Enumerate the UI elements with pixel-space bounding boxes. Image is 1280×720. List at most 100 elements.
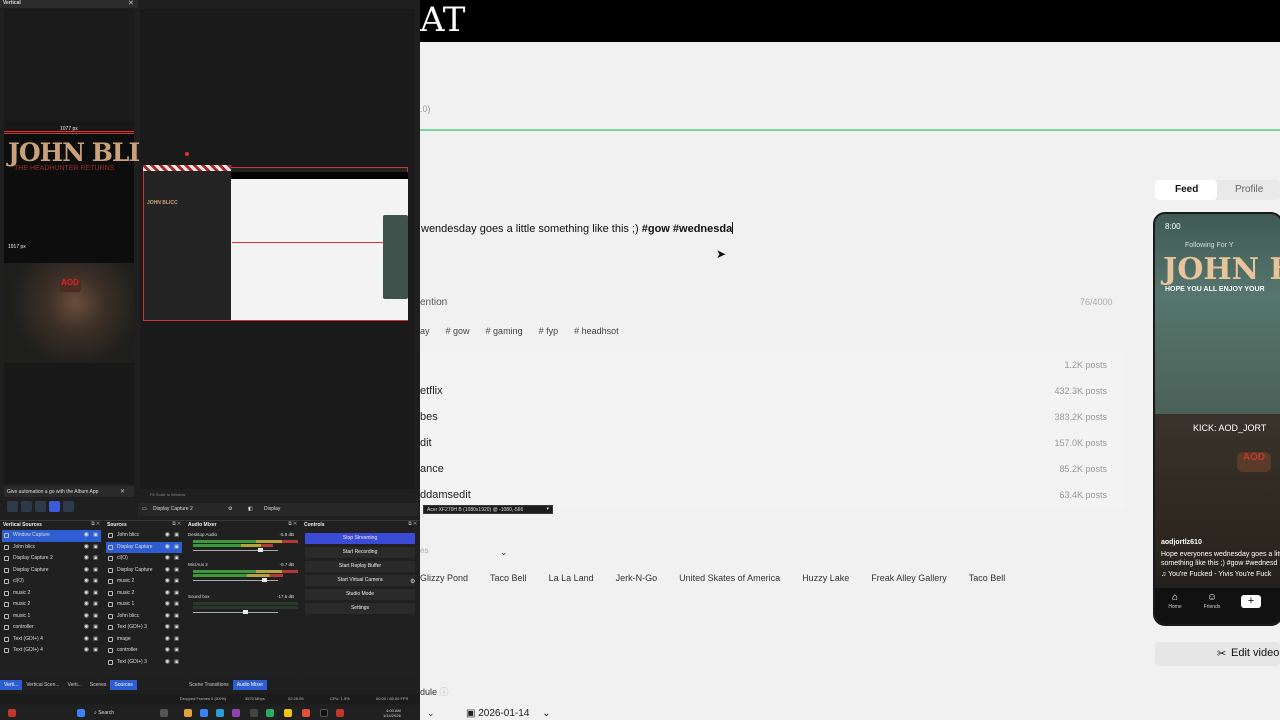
eye-icon[interactable]: ◉ — [165, 553, 170, 565]
tab-vertical-scenes[interactable]: Vertical Scen... — [22, 680, 63, 690]
tab-scenes[interactable]: Scenes — [86, 680, 111, 690]
lock-icon[interactable]: ▣ — [174, 657, 179, 669]
source-item[interactable]: cl(O) ◉ ▣ — [2, 576, 101, 588]
tiktok-icon[interactable] — [320, 709, 328, 717]
source-item[interactable]: music 1 ◉ ▣ — [2, 611, 101, 623]
source-item[interactable]: Text (GDI+) 3 ◉ ▣ — [106, 657, 182, 669]
lock-icon[interactable]: ▣ — [174, 588, 179, 600]
hashtag-chip[interactable]: # gow — [446, 326, 470, 336]
close-icon[interactable]: ✕ — [128, 0, 134, 7]
hashtag-chip[interactable]: # fyp — [539, 326, 559, 336]
settings-button[interactable]: Settings — [305, 603, 415, 614]
slider-knob[interactable] — [262, 578, 267, 582]
location-select[interactable]: es — [420, 546, 512, 560]
layout-icon[interactable] — [7, 501, 18, 512]
lock-icon[interactable]: ▣ — [93, 576, 98, 588]
tab-scene-transitions[interactable]: Scene Transitions — [185, 680, 233, 690]
lock-icon[interactable]: ▣ — [174, 622, 179, 634]
chevron-down-icon[interactable]: ⌄ — [427, 708, 435, 719]
eye-icon[interactable]: ◉ — [84, 634, 89, 646]
location-chip[interactable]: Glizzy Pond — [420, 573, 468, 583]
app-icon[interactable] — [250, 709, 258, 717]
lock-icon[interactable]: ▣ — [174, 565, 179, 577]
lock-icon[interactable]: ▣ — [174, 645, 179, 657]
eye-icon[interactable]: ◉ — [84, 645, 89, 657]
close-icon[interactable]: ⧉ ✕ — [288, 521, 297, 527]
tab-audio-mixer[interactable]: Audio Mixer — [232, 680, 268, 690]
source-item[interactable]: image ◉ ▣ — [106, 634, 182, 646]
eye-icon[interactable]: ◉ — [84, 588, 89, 600]
source-item[interactable]: Display Capture ◉ ▣ — [2, 565, 101, 577]
eye-icon[interactable]: ◉ — [165, 530, 170, 542]
circle-icon[interactable] — [49, 501, 60, 512]
eye-icon[interactable]: ◉ — [84, 530, 89, 542]
eye-icon[interactable]: ◉ — [165, 622, 170, 634]
source-item[interactable]: Text (GDI+) 3 ◉ ▣ — [106, 622, 182, 634]
source-item[interactable]: music 1 ◉ ▣ — [106, 599, 182, 611]
start-icon[interactable] — [77, 709, 85, 717]
slider-knob[interactable] — [258, 548, 263, 552]
close-icon[interactable]: ✕ — [120, 488, 125, 495]
lock-icon[interactable]: ▣ — [174, 542, 179, 554]
location-chip[interactable]: La La Land — [549, 573, 594, 583]
eye-icon[interactable]: ◉ — [84, 553, 89, 565]
lock-icon[interactable]: ▣ — [93, 565, 98, 577]
eye-icon[interactable]: ◉ — [165, 576, 170, 588]
gear-icon[interactable]: ⚙ — [228, 506, 232, 512]
lock-icon[interactable]: ▣ — [93, 645, 98, 657]
lock-icon[interactable]: ▣ — [93, 553, 98, 565]
eye-icon[interactable]: ◉ — [165, 657, 170, 669]
gear-icon[interactable]: ⚙ — [410, 577, 415, 588]
folder-icon[interactable] — [284, 709, 292, 717]
hashtag-chip[interactable]: # headhsot — [574, 326, 619, 336]
filter-icon[interactable]: ◧ — [248, 506, 253, 512]
start-recording-button[interactable]: Start Recording — [305, 547, 415, 558]
lock-icon[interactable]: ▣ — [174, 530, 179, 542]
source-item[interactable]: John blicc ◉ ▣ — [2, 542, 101, 554]
location-chip[interactable]: United Skates of America — [679, 573, 780, 583]
start-replay-buffer-button[interactable]: Start Replay Buffer — [305, 561, 415, 572]
location-chip[interactable]: Jerk-N-Go — [616, 573, 658, 583]
rotate-handle[interactable] — [185, 152, 189, 156]
app-icon[interactable] — [8, 709, 16, 717]
store-icon[interactable] — [216, 709, 224, 717]
source-item[interactable]: Window Capture ◉ ▣ — [2, 530, 101, 542]
eye-icon[interactable]: ◉ — [165, 565, 170, 577]
close-icon[interactable]: ⧉ ✕ — [408, 521, 417, 527]
hashtag-suggestion[interactable]: dit 157.0K posts — [420, 430, 1125, 456]
hashtag-suggestion[interactable]: ance 85.2K posts — [420, 456, 1125, 482]
start-virtual-camera-button[interactable]: Start Virtual Camera ⚙ — [305, 575, 415, 586]
chevron-down-icon[interactable]: ⌄ — [500, 547, 508, 558]
hashtag-suggestion[interactable]: bes 383.2K posts — [420, 404, 1125, 430]
lock-icon[interactable]: ▣ — [93, 588, 98, 600]
hashtag-chip[interactable]: # gaming — [486, 326, 523, 336]
layout-icon[interactable] — [21, 501, 32, 512]
close-icon[interactable]: ⧉ ✕ — [91, 521, 100, 527]
lock-icon[interactable]: ▣ — [93, 599, 98, 611]
source-item[interactable]: Text (GDI+) 4 ◉ ▣ — [2, 634, 101, 646]
source-item[interactable]: John blicc ◉ ▣ — [106, 530, 182, 542]
lock-icon[interactable]: ▣ — [174, 634, 179, 646]
volume-slider[interactable] — [193, 612, 278, 613]
browser-icon[interactable] — [200, 709, 208, 717]
eye-icon[interactable]: ◉ — [84, 599, 89, 611]
lock-icon[interactable]: ▣ — [174, 611, 179, 623]
layout-icon[interactable] — [35, 501, 46, 512]
lock-icon[interactable]: ▣ — [93, 611, 98, 623]
tab-vertical[interactable]: Verti... — [0, 680, 23, 690]
app-icon[interactable] — [266, 709, 274, 717]
eye-icon[interactable]: ◉ — [165, 634, 170, 646]
close-icon[interactable]: ⧉ ✕ — [172, 521, 181, 527]
location-chip[interactable]: Taco Bell — [969, 573, 1006, 583]
folder-icon[interactable] — [184, 709, 192, 717]
tab-sources[interactable]: Sources — [110, 680, 137, 690]
lock-icon[interactable]: ▣ — [93, 634, 98, 646]
slider-knob[interactable] — [243, 610, 248, 614]
location-chip[interactable]: Taco Bell — [490, 573, 527, 583]
obs-icon[interactable] — [336, 709, 344, 717]
display-select[interactable]: Acer XF270H B (1080x1920) @ -1080,-566 ▾ — [423, 505, 553, 514]
lock-icon[interactable]: ▣ — [174, 553, 179, 565]
eye-icon[interactable]: ◉ — [165, 611, 170, 623]
source-item[interactable]: cl(O) ◉ ▣ — [106, 553, 182, 565]
eye-icon[interactable]: ◉ — [165, 599, 170, 611]
